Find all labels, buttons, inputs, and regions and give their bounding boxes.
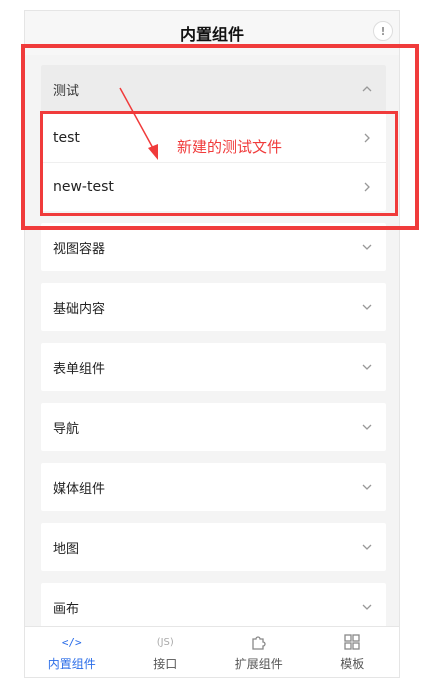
category-basic-content[interactable]: 基础内容: [41, 283, 386, 331]
list-item-label: test: [53, 130, 80, 146]
category-label: 视图容器: [53, 241, 106, 257]
category-label: 表单组件: [53, 361, 106, 377]
puzzle-icon: [250, 632, 268, 652]
category-header[interactable]: 地图: [41, 523, 386, 571]
nav-header: 内置组件 !: [25, 11, 399, 55]
category-header[interactable]: 媒体组件: [41, 463, 386, 511]
category-header[interactable]: 基础内容: [41, 283, 386, 331]
category-label: 画布: [53, 601, 80, 617]
tab-builtin-components[interactable]: </> 内置组件: [25, 632, 119, 672]
list-item-label: new-test: [53, 179, 114, 195]
tab-label: 接口: [153, 657, 178, 671]
tab-bar: </> 内置组件 (JS) 接口 扩展组件 模板: [25, 626, 399, 677]
category-navigation[interactable]: 导航: [41, 403, 386, 451]
chevron-down-icon: [360, 360, 374, 374]
tab-label: 内置组件: [47, 657, 96, 671]
tab-api[interactable]: (JS) 接口: [119, 632, 213, 672]
category-header[interactable]: 视图容器: [41, 223, 386, 271]
category-label: 媒体组件: [53, 481, 106, 497]
chevron-down-icon: [360, 600, 374, 614]
info-icon[interactable]: !: [373, 21, 393, 41]
chevron-right-icon: [360, 131, 374, 145]
category-view-container[interactable]: 视图容器: [41, 223, 386, 271]
category-header[interactable]: 导航: [41, 403, 386, 451]
category-test-header[interactable]: 测试: [41, 65, 386, 113]
category-map[interactable]: 地图: [41, 523, 386, 571]
category-header[interactable]: 表单组件: [41, 343, 386, 391]
page-title: 内置组件: [179, 25, 244, 44]
chevron-down-icon: [360, 240, 374, 254]
chevron-down-icon: [360, 300, 374, 314]
category-form[interactable]: 表单组件: [41, 343, 386, 391]
template-icon: [343, 632, 361, 652]
tab-label: 模板: [340, 657, 365, 671]
category-media[interactable]: 媒体组件: [41, 463, 386, 511]
chevron-down-icon: [360, 540, 374, 554]
category-canvas[interactable]: 画布: [41, 583, 386, 631]
js-icon: (JS): [156, 636, 174, 648]
category-label: 测试: [53, 83, 80, 99]
chevron-up-icon: [360, 82, 374, 96]
chevron-right-icon: [360, 180, 374, 194]
tab-templates[interactable]: 模板: [306, 632, 400, 672]
annotation-label: 新建的测试文件: [177, 138, 283, 156]
tab-extension-components[interactable]: 扩展组件: [212, 632, 306, 672]
category-header[interactable]: 画布: [41, 583, 386, 631]
chevron-down-icon: [360, 480, 374, 494]
code-icon: </>: [61, 635, 82, 649]
category-label: 导航: [53, 421, 80, 437]
phone-frame: 内置组件 ! 测试 test new-test 视图容器 基础内容 表单组件 导…: [24, 10, 400, 678]
tab-label: 扩展组件: [234, 657, 283, 671]
category-label: 基础内容: [53, 301, 106, 317]
list-item-new-test[interactable]: new-test: [41, 162, 386, 211]
category-label: 地图: [53, 541, 80, 557]
chevron-down-icon: [360, 420, 374, 434]
